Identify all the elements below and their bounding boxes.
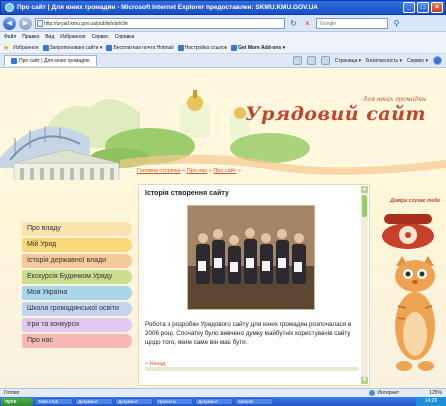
article-scrollbar[interactable]: ▲ ▼ bbox=[361, 186, 368, 384]
taskbar-item[interactable]: Документ bbox=[75, 398, 113, 405]
site-icon bbox=[11, 58, 17, 64]
menu-edit[interactable]: Правка bbox=[22, 34, 39, 40]
article-text: Робота з розробки Урядового сайту для юн… bbox=[145, 321, 352, 346]
back-link[interactable]: » Назад bbox=[145, 361, 165, 367]
menu-tools[interactable]: Сервис bbox=[92, 34, 109, 40]
stop-icon[interactable]: × bbox=[302, 18, 313, 29]
taskbar-item[interactable]: Документ bbox=[115, 398, 153, 405]
window-title-bar: Про сайт | Для юних громадян - Microsoft… bbox=[0, 0, 446, 15]
tab-current[interactable]: Про сайт | Для юних громадян bbox=[4, 55, 97, 66]
refresh-icon[interactable]: ↻ bbox=[288, 18, 299, 29]
sidebar-menu: Про владу Мій Уряд Історія державної вла… bbox=[22, 222, 132, 350]
tab-bar: Про сайт | Для юних громадян Страница ▾ … bbox=[0, 54, 446, 68]
globe-icon bbox=[369, 390, 376, 396]
favorites-item-label: Настройка ссылок bbox=[184, 44, 228, 51]
sidebar-item-my-ukraine[interactable]: Моя Україна bbox=[22, 286, 132, 300]
favorites-bar: ★ Избранное Запропоновані сайти ▾ Беспла… bbox=[0, 42, 446, 54]
sidebar-item-civic-school[interactable]: Школа громадянської освіти bbox=[22, 302, 132, 316]
tab-label: Про сайт | Для юних громадян bbox=[19, 58, 90, 64]
start-button[interactable]: пуск bbox=[1, 397, 33, 406]
breadcrumb-separator: » bbox=[237, 168, 241, 174]
scroll-down-icon[interactable]: ▼ bbox=[361, 377, 368, 384]
breadcrumb-separator: » bbox=[208, 168, 212, 174]
favorites-star-icon[interactable]: ★ bbox=[3, 44, 9, 52]
article-panel: Історія створення сайту Робота з розробк… bbox=[138, 184, 370, 386]
site-icon bbox=[106, 44, 113, 51]
window-title: Про сайт | Для юних громадян - Microsoft… bbox=[17, 4, 318, 11]
internet-explorer-icon bbox=[5, 3, 14, 12]
home-icon[interactable] bbox=[292, 56, 302, 65]
back-button[interactable]: ◀ bbox=[3, 16, 16, 30]
page-icon bbox=[37, 19, 43, 27]
favorites-button[interactable]: Избранное bbox=[13, 45, 38, 51]
taskbar-item[interactable]: Документ bbox=[195, 398, 233, 405]
sidebar-item-about-power[interactable]: Про владу bbox=[22, 222, 132, 236]
address-toolbar: ◀ ▶ http://uryad.kmu.gov.ua/publish/arti… bbox=[0, 15, 446, 32]
scroll-up-icon[interactable]: ▲ bbox=[361, 186, 368, 193]
feeds-icon[interactable] bbox=[306, 56, 316, 65]
breadcrumb: Головна сторінка » Про нас » Про сайт » bbox=[137, 168, 241, 174]
brand-subtitle: для юних громадян bbox=[363, 96, 426, 103]
breadcrumb-about[interactable]: Про нас bbox=[187, 168, 207, 174]
zoom-level[interactable]: 125% bbox=[429, 390, 442, 396]
search-icon[interactable]: ⚲ bbox=[391, 18, 402, 29]
group-photo-illustration bbox=[188, 206, 314, 309]
security-zone: Интернет bbox=[369, 390, 399, 396]
command-safety[interactable]: Безопасность ▾ bbox=[366, 58, 402, 64]
taskbar-item[interactable]: Sample bbox=[235, 398, 273, 405]
status-bar: Готово Интернет 125% bbox=[0, 388, 446, 397]
address-url: http://uryad.kmu.gov.ua/publish/article bbox=[44, 20, 128, 27]
command-tools[interactable]: Сервис ▾ bbox=[407, 58, 428, 64]
help-icon[interactable] bbox=[433, 56, 442, 65]
taskbar: пуск Total Cmd Документ Документ Проекты… bbox=[0, 397, 446, 406]
telephone-icon[interactable] bbox=[378, 206, 438, 250]
taskbar-item[interactable]: Проекты bbox=[155, 398, 193, 405]
favorites-item[interactable]: Бесплатная почта Hotmail bbox=[106, 44, 174, 51]
sidebar-item-games[interactable]: Ігри та конкурси bbox=[22, 318, 132, 332]
favorites-item-label: Get More Add-ons ▾ bbox=[238, 44, 286, 51]
sidebar-item-history[interactable]: Історія державної влади bbox=[22, 254, 132, 268]
address-input[interactable]: http://uryad.kmu.gov.ua/publish/article bbox=[35, 17, 285, 29]
breadcrumb-separator: » bbox=[182, 168, 186, 174]
command-page[interactable]: Страница ▾ bbox=[335, 58, 362, 64]
favorites-item[interactable]: Get More Add-ons ▾ bbox=[231, 44, 286, 51]
breadcrumb-site[interactable]: Про сайт bbox=[213, 168, 236, 174]
menu-view[interactable]: Вид bbox=[45, 34, 54, 40]
brand-title: Урядовий сайт bbox=[245, 103, 426, 125]
cat-mascot-illustration bbox=[395, 256, 435, 371]
menu-bar: Файл Правка Вид Избранное Сервис Справка bbox=[0, 32, 446, 42]
search-input[interactable]: Google bbox=[316, 17, 388, 29]
group-photo bbox=[187, 205, 315, 310]
scroll-thumb[interactable] bbox=[362, 195, 367, 217]
site-icon bbox=[177, 44, 184, 51]
site-icon bbox=[42, 44, 49, 51]
close-button[interactable]: × bbox=[431, 2, 443, 13]
web-page: для юних громадян Урядовий сайт Головна … bbox=[0, 68, 446, 388]
menu-file[interactable]: Файл bbox=[4, 34, 16, 40]
zone-label: Интернет bbox=[377, 390, 400, 396]
hotline-label[interactable]: Довіра слухає тебе bbox=[390, 198, 440, 204]
maximize-button[interactable]: □ bbox=[417, 2, 429, 13]
site-brand[interactable]: для юних громадян Урядовий сайт bbox=[245, 96, 426, 125]
menu-help[interactable]: Справка bbox=[115, 34, 135, 40]
favorites-item[interactable]: Настройка ссылок bbox=[177, 44, 228, 51]
print-icon[interactable] bbox=[320, 56, 330, 65]
forward-button[interactable]: ▶ bbox=[19, 16, 32, 30]
taskbar-item[interactable]: Total Cmd bbox=[35, 398, 73, 405]
sidebar-item-about-us[interactable]: Про нас bbox=[22, 334, 132, 348]
horizontal-divider bbox=[145, 367, 359, 371]
system-clock: 14:26 bbox=[416, 397, 446, 406]
favorites-item[interactable]: Запропоновані сайти ▾ bbox=[42, 44, 103, 51]
status-text: Готово bbox=[4, 390, 20, 396]
sidebar-item-my-government[interactable]: Мій Уряд bbox=[22, 238, 132, 252]
menu-favorites[interactable]: Избранное bbox=[60, 34, 85, 40]
command-bar: Страница ▾ Безопасность ▾ Сервис ▾ bbox=[292, 56, 442, 65]
sidebar-item-excursion[interactable]: Екскурсія Будинком Уряду bbox=[22, 270, 132, 284]
favorites-item-label: Запропоновані сайти ▾ bbox=[49, 44, 103, 51]
article-title: Історія створення сайту bbox=[145, 190, 229, 197]
minimize-button[interactable]: _ bbox=[403, 2, 415, 13]
breadcrumb-home[interactable]: Головна сторінка bbox=[137, 168, 181, 174]
site-icon bbox=[231, 44, 238, 51]
favorites-item-label: Бесплатная почта Hotmail bbox=[113, 44, 174, 51]
